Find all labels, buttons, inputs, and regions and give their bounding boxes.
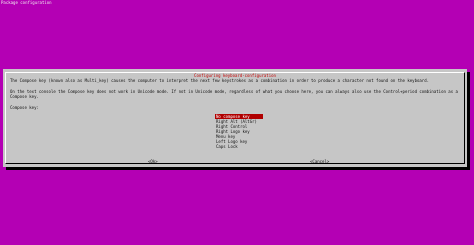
ok-button[interactable]: <Ok> — [148, 159, 158, 164]
compose-key-list[interactable]: No compose key Right Alt (AltGr) Right C… — [215, 114, 263, 149]
console-note-paragraph: On the text console the Compose key does… — [10, 89, 461, 99]
screen-title: Package configuration — [1, 0, 52, 5]
option-caps-lock[interactable]: Caps Lock — [215, 144, 263, 149]
description-paragraph: The Compose key (known also as Multi_key… — [10, 78, 430, 83]
config-dialog: Configuring keyboard-configuration The C… — [3, 69, 467, 167]
compose-key-prompt: Compose key: — [10, 105, 39, 110]
dialog-frame: Configuring keyboard-configuration The C… — [5, 72, 465, 164]
cancel-button[interactable]: <Cancel> — [310, 159, 329, 164]
